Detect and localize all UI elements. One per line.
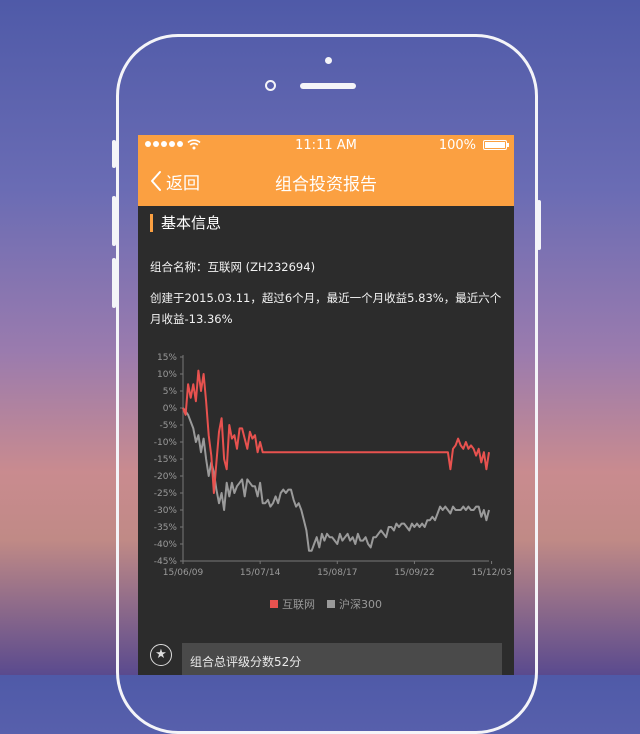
y-tick-label: -20% [154, 472, 178, 482]
app-screen: 11:11 AM 100% 返回 组合投资报告 基本信息 组合名称：互联网 (Z… [138, 135, 514, 675]
x-tick-label: 15/07/14 [240, 568, 281, 578]
power-button [537, 200, 541, 250]
y-tick-label: -30% [154, 506, 178, 516]
x-tick-label: 15/08/17 [317, 568, 357, 578]
section-title-basic-info: 基本信息 [150, 214, 221, 232]
y-tick-label: 5% [163, 387, 178, 397]
volume-down-button [112, 258, 116, 308]
rating-text: 组合总评级分数52分 [190, 655, 302, 669]
y-tick-label: -35% [154, 523, 178, 533]
legend-label-index: 沪深300 [339, 598, 382, 611]
y-tick-label: 0% [163, 404, 178, 414]
x-tick-label: 15/06/09 [163, 568, 204, 578]
y-tick-label: 15% [157, 353, 177, 363]
legend-item-portfolio: 互联网 [270, 596, 315, 612]
performance-line-chart: 15% 10% 5% 0% -5% -10% -15% -20% -25% -30% -35% -40… [154, 353, 512, 578]
legend-label-portfolio: 互联网 [282, 598, 315, 611]
battery-percentage: 100% [438, 138, 476, 153]
legend-swatch-portfolio [270, 600, 278, 608]
y-tick-label: -15% [154, 455, 178, 465]
y-tick-label: 10% [157, 370, 177, 380]
legend-swatch-index [327, 600, 335, 608]
series-line [182, 369, 490, 494]
portfolio-summary: 创建于2015.03.11，超过6个月，最近一个月收益5.83%，最近六个月收益… [150, 291, 502, 326]
chart-legend: 互联网 沪深300 [138, 596, 514, 612]
x-tick-label: 15/09/22 [394, 568, 434, 578]
front-camera [265, 80, 276, 91]
battery-icon [483, 140, 509, 150]
rating-summary: 组合总评级分数52分 [182, 643, 502, 675]
page-title: 组合投资报告 [275, 175, 377, 195]
proximity-sensor [325, 57, 332, 64]
y-tick-label: -25% [154, 489, 178, 499]
y-tick-label: -45% [154, 557, 178, 567]
y-tick-label: -10% [154, 438, 178, 448]
navigation-bar: 返回 组合投资报告 [138, 157, 514, 205]
portfolio-name: 组合名称：互联网 (ZH232694) [150, 260, 316, 274]
status-bar: 11:11 AM 100% [138, 135, 514, 155]
volume-up-button [112, 196, 116, 246]
earpiece-speaker [300, 83, 356, 89]
y-tick-label: -40% [154, 540, 178, 550]
app-header: 11:11 AM 100% 返回 组合投资报告 [138, 135, 514, 206]
y-tick-label: -5% [159, 421, 177, 431]
star-icon: ★ [150, 644, 172, 666]
legend-item-index: 沪深300 [327, 596, 382, 612]
mute-switch [112, 140, 116, 168]
x-tick-label: 15/12/03 [471, 568, 511, 578]
